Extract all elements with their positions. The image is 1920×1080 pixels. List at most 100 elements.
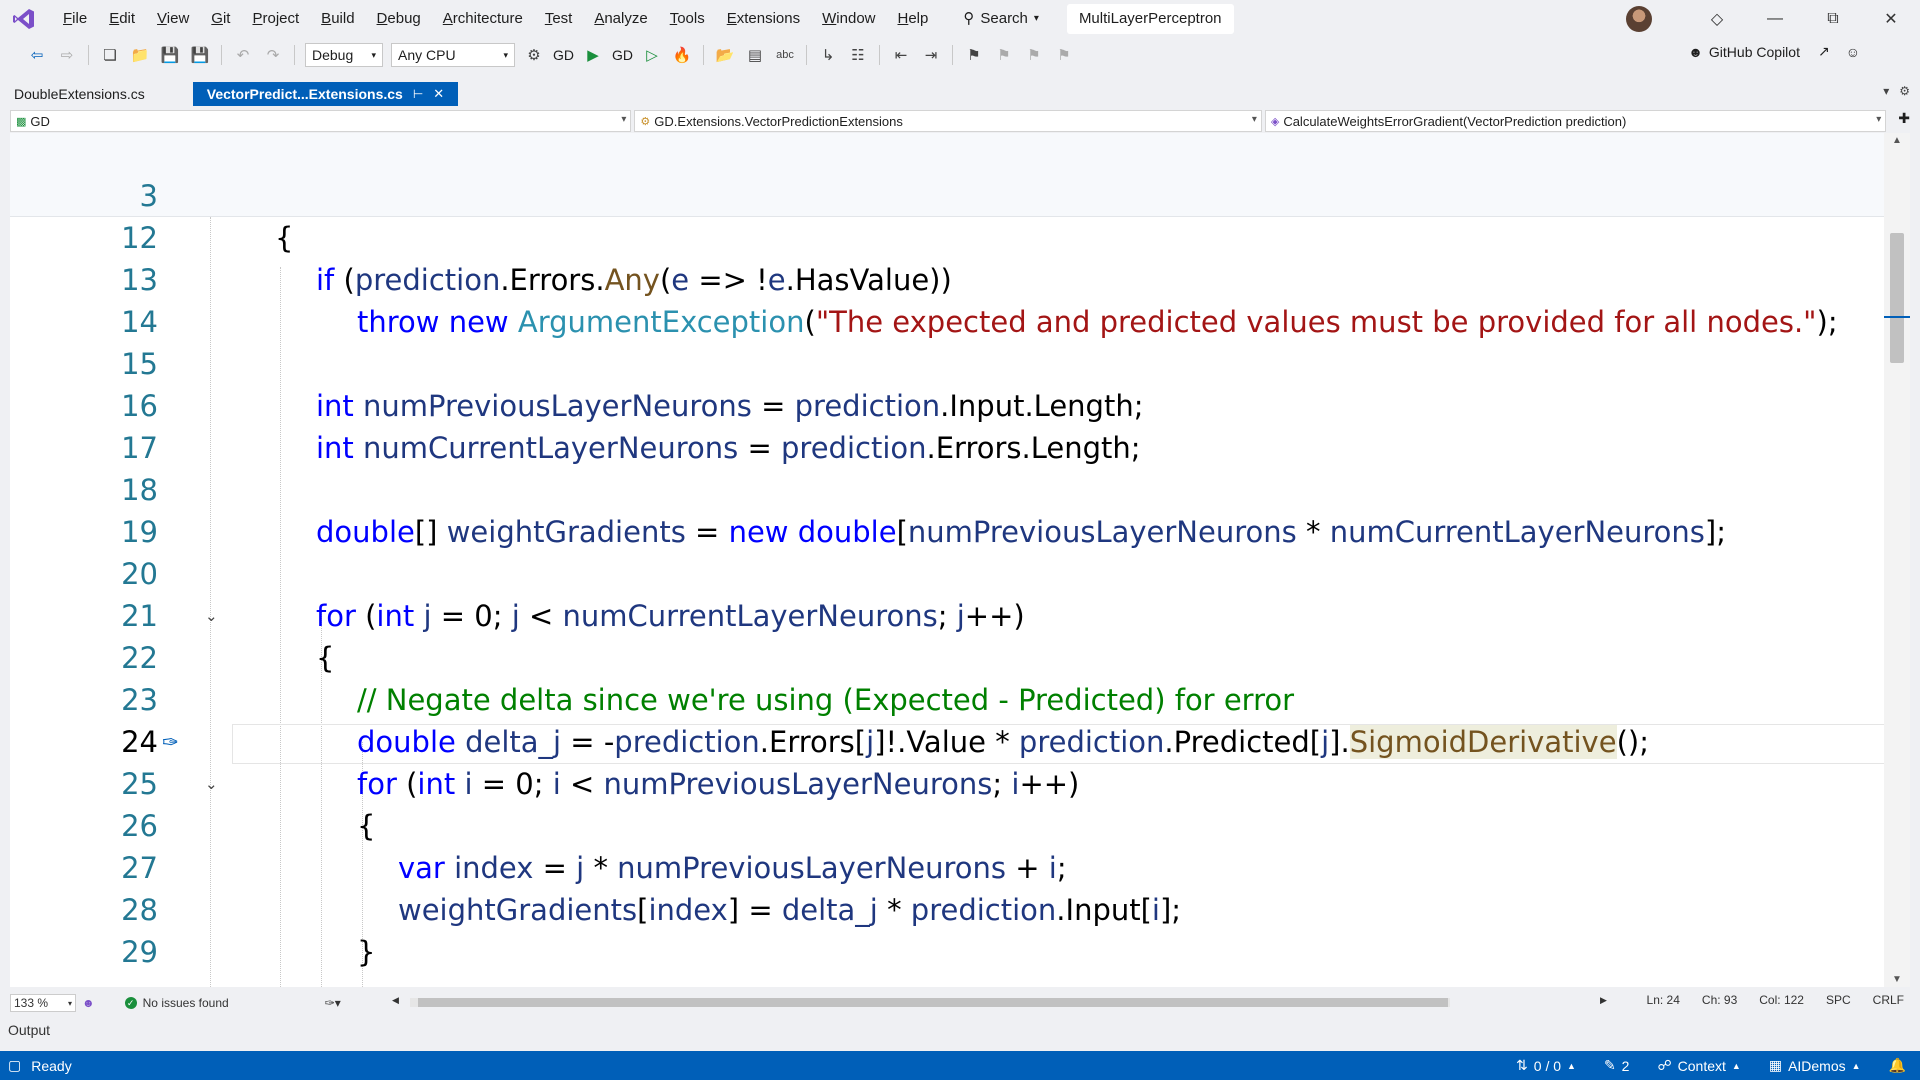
menu-test[interactable]: Test: [534, 0, 584, 38]
indent-icon[interactable]: ⇥: [919, 43, 943, 67]
next-bookmark-icon[interactable]: ⚑: [1022, 43, 1046, 67]
menu-edit[interactable]: Edit: [98, 0, 146, 38]
platform-select[interactable]: Any CPU ▾: [391, 43, 515, 67]
menu-tools[interactable]: Tools: [659, 0, 716, 38]
menu-git[interactable]: Git: [200, 0, 241, 38]
line-ending-indicator[interactable]: CRLF: [1873, 993, 1904, 1007]
char-indicator[interactable]: Ch: 93: [1702, 993, 1737, 1007]
open-folder-icon[interactable]: 📁: [128, 43, 152, 67]
zoom-select[interactable]: 133 % ▾: [10, 994, 76, 1012]
scroll-right-icon[interactable]: ▶: [1600, 995, 1607, 1006]
split-editor-icon[interactable]: ✚: [1898, 110, 1910, 132]
issues-indicator[interactable]: ✓ No issues found: [124, 996, 229, 1010]
search-box[interactable]: ⚲ Search ▾: [953, 5, 1049, 33]
close-icon[interactable]: ✕: [433, 82, 444, 106]
scroll-down-icon[interactable]: ▼: [1892, 974, 1902, 985]
startup-project-label[interactable]: GD: [553, 47, 574, 63]
vertical-scroll-thumb[interactable]: [1890, 233, 1904, 363]
notifications-bell-icon[interactable]: 🔔: [1875, 1057, 1920, 1074]
code-line[interactable]: 18: [10, 469, 1884, 511]
redo-icon[interactable]: ↷: [261, 43, 285, 67]
code-line[interactable]: 16 int numPreviousLayerNeurons = predicti…: [10, 385, 1884, 427]
sticky-line[interactable]: 3 public static class VectorPredictionEx…: [10, 133, 1884, 255]
bookmark-icon[interactable]: ⚑: [962, 43, 986, 67]
save-icon[interactable]: 💾: [158, 43, 182, 67]
line-indicator[interactable]: Ln: 24: [1647, 993, 1680, 1007]
collapse-chevron-icon[interactable]: ⌄: [205, 763, 218, 805]
code-line[interactable]: 15: [10, 343, 1884, 385]
solution-explorer-icon[interactable]: 📂: [713, 43, 737, 67]
code-line[interactable]: 28 weightGradients[index] = delta_j * pre…: [10, 889, 1884, 931]
clear-bookmarks-icon[interactable]: ⚑: [1052, 43, 1076, 67]
code-line[interactable]: 14 throw new ArgumentException("The expec…: [10, 301, 1884, 343]
menu-window[interactable]: Window: [811, 0, 886, 38]
sticky-scroll-header[interactable]: 3 public static class VectorPredictionEx…: [10, 133, 1884, 297]
feedback-icon[interactable]: ☺: [1846, 44, 1860, 60]
back-icon[interactable]: ⇦: [25, 43, 49, 67]
new-project-icon[interactable]: ❏: [98, 43, 122, 67]
code-line[interactable]: 26 {: [10, 805, 1884, 847]
start-without-debug-icon[interactable]: ▷: [640, 43, 664, 67]
forward-icon[interactable]: ⇨: [55, 43, 79, 67]
code-line-current[interactable]: 24 ✑ double delta_j = -prediction.Errors[j…: [10, 721, 1884, 763]
tab-vector-prediction-extensions[interactable]: VectorPredict...Extensions.cs ⊢ ✕: [192, 82, 459, 106]
code-line[interactable]: 29}: [10, 931, 1884, 973]
code-line[interactable]: 21 ⌄ for (int j = 0; j < numCurrentLayerNe…: [10, 595, 1884, 637]
minimize-button[interactable]: —: [1746, 10, 1804, 28]
copilot-status-icon[interactable]: ☻: [82, 996, 95, 1010]
git-changes-indicator[interactable]: ⇅ 0 / 0 ▲: [1502, 1057, 1590, 1074]
run-target-label[interactable]: GD: [612, 47, 633, 63]
quick-actions-brush-icon[interactable]: ✑: [162, 721, 179, 763]
scroll-left-icon[interactable]: ◀: [392, 995, 399, 1006]
save-all-icon[interactable]: 💾: [188, 43, 212, 67]
visual-studio-logo-icon[interactable]: [10, 5, 38, 33]
member-dropdown[interactable]: ◈ CalculateWeightsErrorGradient(VectorPr…: [1264, 110, 1887, 132]
step-icon[interactable]: ↳: [816, 43, 840, 67]
horizontal-scroll-thumb[interactable]: [418, 998, 1448, 1007]
start-debug-icon[interactable]: ▶: [581, 43, 605, 67]
github-copilot-button[interactable]: ☻ GitHub Copilot ↗ ☺: [1688, 43, 1860, 60]
code-editor[interactable]: 12 { 13 if (prediction.Errors.Any(e => !e.…: [10, 217, 1884, 987]
repository-indicator[interactable]: ▦ AIDemos ▲: [1755, 1057, 1875, 1074]
gear-icon[interactable]: ⚙: [522, 43, 546, 67]
cleanup-brush-icon[interactable]: ✑▾: [325, 996, 341, 1010]
code-line[interactable]: 13 if (prediction.Errors.Any(e => !e.HasV…: [10, 259, 1884, 301]
menu-project[interactable]: Project: [241, 0, 310, 38]
hot-reload-icon[interactable]: 🔥: [670, 43, 694, 67]
output-panel-tab[interactable]: Output: [8, 1022, 50, 1038]
avatar[interactable]: [1626, 6, 1652, 32]
menu-debug[interactable]: Debug: [366, 0, 432, 38]
undo-icon[interactable]: ↶: [231, 43, 255, 67]
sticky-line[interactable]: 11 internal static double[] CalculateWei…: [10, 175, 1884, 297]
layout-icon[interactable]: ▤: [743, 43, 767, 67]
type-dropdown[interactable]: ⚙ GD.Extensions.VectorPredictionExtensio…: [634, 110, 1262, 132]
vertical-scrollbar[interactable]: ▲ ▼: [1884, 133, 1910, 987]
column-indicator[interactable]: Col: 122: [1759, 993, 1804, 1007]
code-line[interactable]: 12 {: [10, 217, 1884, 259]
solution-config-select[interactable]: Debug ▾: [305, 43, 383, 67]
code-line[interactable]: 25 ⌄ for (int i = 0; i < numPreviousLayerN…: [10, 763, 1884, 805]
restore-button[interactable]: ⧉: [1804, 10, 1862, 28]
whitespace-indicator[interactable]: SPC: [1826, 993, 1851, 1007]
gem-icon[interactable]: ◇: [1688, 9, 1746, 29]
share-icon[interactable]: ↗: [1818, 43, 1830, 60]
menu-help[interactable]: Help: [887, 0, 940, 38]
menu-analyze[interactable]: Analyze: [583, 0, 658, 38]
horizontal-scrollbar[interactable]: [410, 998, 1450, 1007]
scroll-up-icon[interactable]: ▲: [1892, 135, 1902, 146]
code-line[interactable]: 19 double[] weightGradients = new double[…: [10, 511, 1884, 553]
menu-view[interactable]: View: [146, 0, 200, 38]
menu-extensions[interactable]: Extensions: [716, 0, 811, 38]
menu-file[interactable]: File: [52, 0, 98, 38]
code-line[interactable]: 27 var index = j * numPreviousLayerNeuron…: [10, 847, 1884, 889]
tab-double-extensions[interactable]: DoubleExtensions.cs: [0, 82, 159, 106]
context-indicator[interactable]: ☍ Context ▲: [1643, 1057, 1754, 1074]
breakpoints-icon[interactable]: ☷: [846, 43, 870, 67]
code-line[interactable]: 17 int numCurrentLayerNeurons = predictio…: [10, 427, 1884, 469]
chevron-down-icon[interactable]: ▾: [1883, 84, 1889, 98]
code-line[interactable]: 20: [10, 553, 1884, 595]
outdent-icon[interactable]: ⇤: [889, 43, 913, 67]
gear-icon[interactable]: ⚙: [1899, 84, 1910, 98]
close-button[interactable]: ✕: [1862, 9, 1920, 29]
prev-bookmark-icon[interactable]: ⚑: [992, 43, 1016, 67]
